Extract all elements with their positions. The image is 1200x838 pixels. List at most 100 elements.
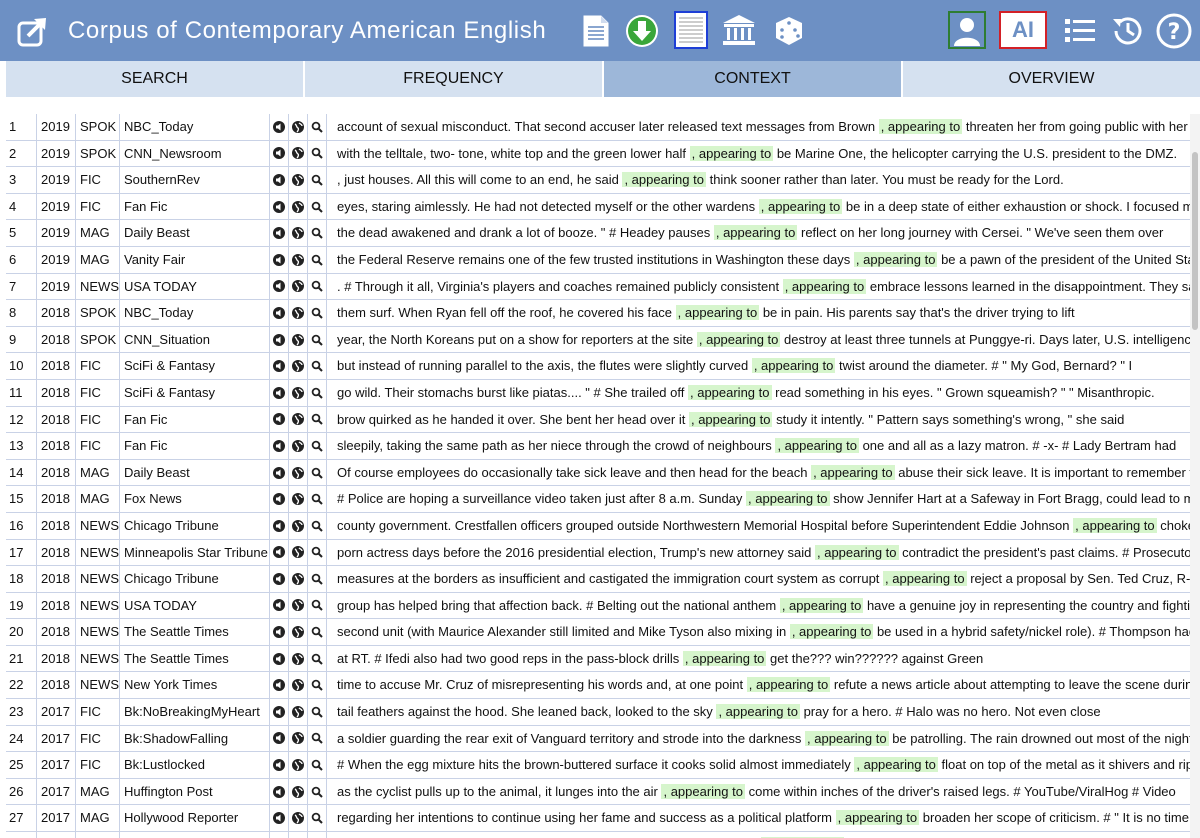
globe-icon[interactable] xyxy=(289,246,308,273)
globe-icon[interactable] xyxy=(289,645,308,672)
row-source[interactable]: USA TODAY xyxy=(120,592,270,619)
audio-icon[interactable] xyxy=(270,246,289,273)
row-source[interactable]: Vanity Fair xyxy=(120,246,270,273)
keyword-highlight[interactable]: , appearing to xyxy=(883,571,967,587)
document-icon[interactable] xyxy=(582,14,610,48)
row-source[interactable]: Fox News xyxy=(120,832,270,838)
row-source[interactable]: Chicago Tribune xyxy=(120,512,270,539)
globe-icon[interactable] xyxy=(289,778,308,805)
audio-icon[interactable] xyxy=(270,566,289,592)
audio-icon[interactable] xyxy=(270,353,289,379)
download-arrow-icon[interactable] xyxy=(625,14,659,48)
audio-icon[interactable] xyxy=(270,512,289,539)
audio-icon[interactable] xyxy=(270,379,289,406)
scrollbar-thumb[interactable] xyxy=(1192,152,1198,330)
row-source[interactable]: The Seattle Times xyxy=(120,619,270,645)
globe-icon[interactable] xyxy=(289,433,308,459)
audio-icon[interactable] xyxy=(270,805,289,832)
table-row[interactable]: 10 2018 FIC SciFi & Fantasy but instead of r… xyxy=(6,353,1190,380)
keyword-highlight[interactable]: , appearing to xyxy=(779,597,864,613)
audio-icon[interactable] xyxy=(270,193,289,220)
row-source[interactable]: Minneapolis Star Tribune xyxy=(120,539,270,566)
keyword-highlight[interactable]: , appearing to xyxy=(805,730,889,746)
magnifier-icon[interactable] xyxy=(308,193,327,220)
row-source[interactable]: CNN_Newsroom xyxy=(120,140,270,167)
row-source[interactable]: Fox News xyxy=(120,486,270,512)
keyword-highlight[interactable]: , appearing to xyxy=(854,757,938,773)
magnifier-icon[interactable] xyxy=(308,539,327,566)
globe-icon[interactable] xyxy=(289,379,308,406)
magnifier-icon[interactable] xyxy=(308,167,327,193)
keyword-highlight[interactable]: , appearing to xyxy=(696,331,781,347)
table-row[interactable]: 9 2018 SPOK CNN_Situation year, the North Ko… xyxy=(6,326,1190,354)
magnifier-icon[interactable] xyxy=(308,566,327,592)
keyword-highlight[interactable]: , appearing to xyxy=(775,438,859,454)
table-row[interactable]: 7 2019 NEWS USA TODAY . # Through it all, Vi… xyxy=(6,273,1190,301)
keyword-highlight[interactable]: , appearing to xyxy=(716,704,800,720)
user-account-button[interactable] xyxy=(948,11,986,49)
table-row[interactable]: 12 2018 FIC Fan Fic brow quirked as he hande… xyxy=(6,406,1190,434)
history-icon[interactable] xyxy=(1110,13,1146,49)
keyword-highlight[interactable]: , appearing to xyxy=(878,119,963,134)
audio-icon[interactable] xyxy=(270,114,289,140)
audio-icon[interactable] xyxy=(270,406,289,433)
globe-icon[interactable] xyxy=(289,512,308,539)
table-row[interactable]: 21 2018 NEWS The Seattle Times at RT. # Ifed… xyxy=(6,645,1190,673)
magnifier-icon[interactable] xyxy=(308,486,327,512)
keyword-highlight[interactable]: , appearing to xyxy=(746,491,830,507)
help-icon[interactable]: ? xyxy=(1156,13,1192,49)
magnifier-icon[interactable] xyxy=(308,619,327,645)
audio-icon[interactable] xyxy=(270,699,289,725)
row-source[interactable]: Fan Fic xyxy=(120,193,270,220)
keyword-highlight[interactable]: , appearing to xyxy=(1073,517,1157,533)
row-source[interactable]: NBC_Today xyxy=(120,300,270,326)
globe-icon[interactable] xyxy=(289,619,308,645)
table-row[interactable]: 22 2018 NEWS New York Times time to accuse M… xyxy=(6,672,1190,700)
row-source[interactable]: Huffington Post xyxy=(120,778,270,805)
magnifier-icon[interactable] xyxy=(308,672,327,699)
table-row[interactable]: 11 2018 FIC SciFi & Fantasy go wild. Their s… xyxy=(6,379,1190,407)
table-row[interactable]: 17 2018 NEWS Minneapolis Star Tribune porn a… xyxy=(6,539,1190,567)
magnifier-icon[interactable] xyxy=(308,512,327,539)
magnifier-icon[interactable] xyxy=(308,300,327,326)
table-row[interactable]: 19 2018 NEWS USA TODAY group has helped brin… xyxy=(6,592,1190,620)
keyword-highlight[interactable]: , appearing to xyxy=(815,544,899,560)
audio-icon[interactable] xyxy=(270,167,289,193)
row-source[interactable]: SouthernRev xyxy=(120,167,270,193)
row-source[interactable]: Chicago Tribune xyxy=(120,566,270,592)
notes-icon[interactable] xyxy=(674,11,708,49)
row-source[interactable]: New York Times xyxy=(120,672,270,699)
audio-icon[interactable] xyxy=(270,778,289,805)
table-row[interactable]: 20 2018 NEWS The Seattle Times second unit (… xyxy=(6,619,1190,646)
keyword-highlight[interactable]: , appearing to xyxy=(682,650,767,666)
row-source[interactable]: Bk:ShadowFalling xyxy=(120,725,270,752)
table-row[interactable]: 16 2018 NEWS Chicago Tribune county governme… xyxy=(6,512,1190,540)
row-source[interactable]: Hollywood Reporter xyxy=(120,805,270,832)
magnifier-icon[interactable] xyxy=(308,273,327,300)
globe-icon[interactable] xyxy=(289,300,308,326)
globe-icon[interactable] xyxy=(289,140,308,167)
globe-icon[interactable] xyxy=(289,539,308,566)
audio-icon[interactable] xyxy=(270,619,289,645)
keyword-highlight[interactable]: , appearing to xyxy=(746,677,831,693)
keyword-highlight[interactable]: , appearing to xyxy=(661,783,745,799)
audio-icon[interactable] xyxy=(270,539,289,566)
row-source[interactable]: Daily Beast xyxy=(120,459,270,486)
table-row[interactable]: 24 2017 FIC Bk:ShadowFalling a soldier guard… xyxy=(6,725,1190,753)
table-row[interactable]: 27 2017 MAG Hollywood Reporter regarding her… xyxy=(6,805,1190,833)
globe-icon[interactable] xyxy=(289,752,308,778)
globe-icon[interactable] xyxy=(289,486,308,512)
globe-icon[interactable] xyxy=(289,459,308,486)
audio-icon[interactable] xyxy=(270,300,289,326)
keyword-highlight[interactable]: , appearing to xyxy=(688,411,773,427)
globe-icon[interactable] xyxy=(289,220,308,246)
audio-icon[interactable] xyxy=(270,672,289,699)
keyword-highlight[interactable]: , appearing to xyxy=(751,358,836,374)
audio-icon[interactable] xyxy=(270,645,289,672)
table-row[interactable]: 15 2018 MAG Fox News # Police are hoping a s… xyxy=(6,486,1190,513)
audio-icon[interactable] xyxy=(270,592,289,619)
table-row[interactable]: 18 2018 NEWS Chicago Tribune measures at the… xyxy=(6,566,1190,593)
tab-context[interactable]: CONTEXT xyxy=(604,61,901,97)
row-source[interactable]: SciFi & Fantasy xyxy=(120,379,270,406)
keyword-highlight[interactable]: , appearing to xyxy=(853,251,938,267)
